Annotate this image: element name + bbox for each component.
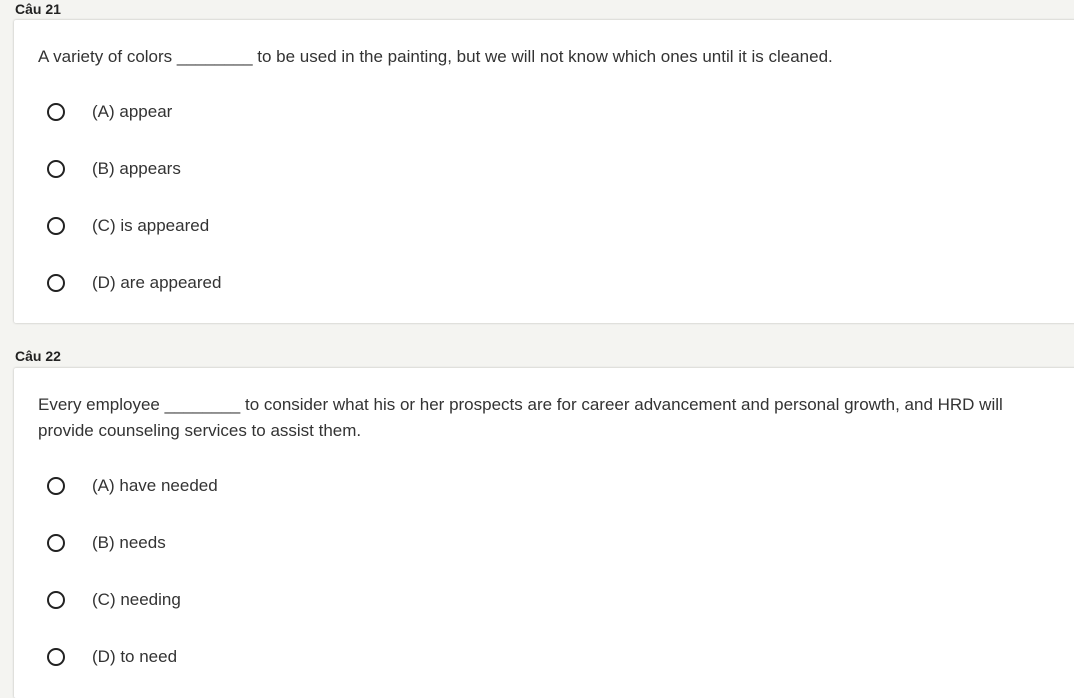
option-a[interactable]: (A) appear bbox=[47, 98, 172, 126]
radio-icon[interactable] bbox=[47, 217, 65, 235]
radio-icon[interactable] bbox=[47, 477, 65, 495]
option-a[interactable]: (A) have needed bbox=[47, 472, 218, 500]
question-21-text: A variety of colors ________ to be used … bbox=[38, 47, 833, 66]
question-22-text: Every employee ________ to consider what… bbox=[38, 395, 1003, 440]
option-d[interactable]: (D) are appeared bbox=[47, 269, 221, 297]
radio-icon[interactable] bbox=[47, 648, 65, 666]
radio-icon[interactable] bbox=[47, 103, 65, 121]
radio-icon[interactable] bbox=[47, 274, 65, 292]
radio-icon[interactable] bbox=[47, 591, 65, 609]
question-22-label: Câu 22 bbox=[15, 348, 61, 364]
option-label: (D) to need bbox=[92, 647, 178, 666]
radio-icon[interactable] bbox=[47, 160, 65, 178]
question-21-card: A variety of colors ________ to be used … bbox=[14, 20, 1074, 323]
option-label: (C) needing bbox=[92, 590, 181, 609]
option-label: (B) needs bbox=[92, 533, 166, 552]
option-label: (A) have needed bbox=[92, 476, 218, 495]
option-label: (A) appear bbox=[92, 102, 173, 121]
option-c[interactable]: (C) needing bbox=[47, 586, 181, 614]
option-b[interactable]: (B) appears bbox=[47, 155, 181, 183]
radio-icon[interactable] bbox=[47, 534, 65, 552]
option-d[interactable]: (D) to need bbox=[47, 643, 177, 671]
option-c[interactable]: (C) is appeared bbox=[47, 212, 209, 240]
option-label: (C) is appeared bbox=[92, 216, 210, 235]
option-label: (D) are appeared bbox=[92, 273, 222, 292]
option-label: (B) appears bbox=[92, 159, 181, 178]
question-21-label: Câu 21 bbox=[15, 1, 61, 17]
question-22-card: Every employee ________ to consider what… bbox=[14, 368, 1074, 698]
option-b[interactable]: (B) needs bbox=[47, 529, 166, 557]
